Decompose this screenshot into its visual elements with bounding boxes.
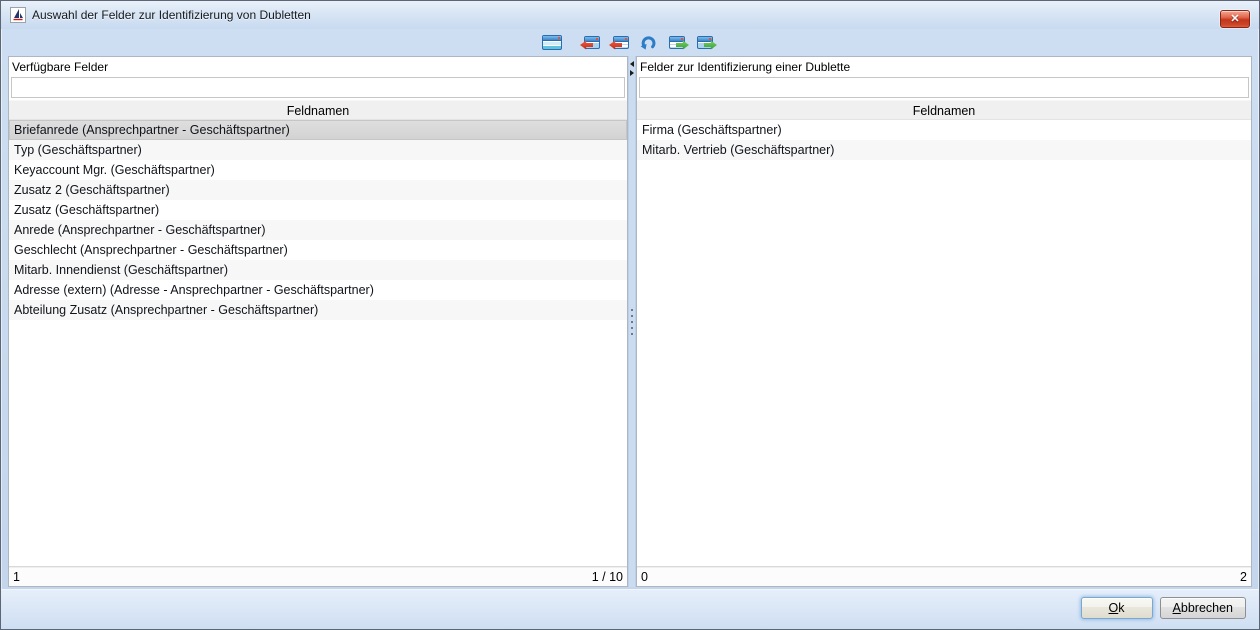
list-item[interactable]: Firma (Geschäftspartner) [637, 120, 1251, 140]
collapse-left-icon[interactable] [630, 61, 634, 67]
ok-button[interactable]: Ok [1081, 597, 1153, 619]
duplicate-fields-status-bar: 0 2 [637, 566, 1251, 586]
collapse-right-icon[interactable] [630, 70, 634, 76]
list-item[interactable]: Keyaccount Mgr. (Geschäftspartner) [9, 160, 627, 180]
available-fields-search-input[interactable] [11, 77, 625, 98]
title-bar: Auswahl der Felder zur Identifizierung v… [1, 1, 1259, 29]
window-title: Auswahl der Felder zur Identifizierung v… [32, 8, 311, 22]
dialog-footer: Ok Abbrechen [1, 589, 1259, 629]
move-all-left-button[interactable] [580, 30, 604, 54]
move-right-icon [669, 36, 685, 49]
sailboat-logo-icon [10, 7, 26, 23]
undo-button[interactable] [636, 30, 660, 54]
splitter-grip-icon[interactable] [631, 309, 633, 335]
available-fields-list: Briefanrede (Ansprechpartner - Geschäfts… [9, 120, 627, 566]
list-item[interactable]: Typ (Geschäftspartner) [9, 140, 627, 160]
field-list-icon [542, 35, 562, 50]
move-all-left-icon [584, 36, 600, 49]
duplicate-fields-label: Felder zur Identifizierung einer Dublett… [637, 57, 1251, 76]
available-fields-status-bar: 1 1 / 10 [9, 566, 627, 586]
list-item[interactable]: Briefanrede (Ansprechpartner - Geschäfts… [9, 120, 627, 140]
move-all-right-button[interactable] [693, 30, 717, 54]
splitter-collapse-arrows[interactable] [629, 61, 635, 76]
cancel-button[interactable]: Abbrechen [1160, 597, 1246, 619]
move-all-right-icon [697, 36, 713, 49]
list-item[interactable]: Geschlecht (Ansprechpartner - Geschäftsp… [9, 240, 627, 260]
row-position-indicator: 1 / 10 [592, 570, 623, 584]
content-area: Verfügbare Felder Feldnamen Briefanrede … [1, 55, 1259, 589]
list-item[interactable]: Mitarb. Innendienst (Geschäftspartner) [9, 260, 627, 280]
selected-count: 1 [13, 570, 20, 584]
list-item[interactable]: Anrede (Ansprechpartner - Geschäftspartn… [9, 220, 627, 240]
list-item[interactable]: Zusatz 2 (Geschäftspartner) [9, 180, 627, 200]
undo-icon [639, 34, 658, 51]
move-left-button[interactable] [609, 30, 633, 54]
available-fields-label: Verfügbare Felder [9, 57, 627, 76]
field-list-button[interactable] [540, 30, 564, 54]
list-item[interactable]: Zusatz (Geschäftspartner) [9, 200, 627, 220]
duplicate-fields-panel: Felder zur Identifizierung einer Dublett… [636, 56, 1252, 587]
row-count: 2 [1240, 570, 1247, 584]
list-item[interactable]: Abteilung Zusatz (Ansprechpartner - Gesc… [9, 300, 627, 320]
duplicate-fields-column-header[interactable]: Feldnamen [637, 100, 1251, 120]
move-left-icon [613, 36, 629, 49]
dialog-window: Auswahl der Felder zur Identifizierung v… [0, 0, 1260, 630]
panel-splitter[interactable] [628, 56, 636, 587]
available-fields-column-header[interactable]: Feldnamen [9, 100, 627, 120]
selected-count: 0 [641, 570, 648, 584]
duplicate-fields-search-input[interactable] [639, 77, 1249, 98]
move-right-button[interactable] [665, 30, 689, 54]
duplicate-fields-list: Firma (Geschäftspartner)Mitarb. Vertrieb… [637, 120, 1251, 566]
list-item[interactable]: Adresse (extern) (Adresse - Ansprechpart… [9, 280, 627, 300]
list-item[interactable]: Mitarb. Vertrieb (Geschäftspartner) [637, 140, 1251, 160]
toolbar [1, 29, 1259, 55]
available-fields-panel: Verfügbare Felder Feldnamen Briefanrede … [8, 56, 628, 587]
close-button[interactable]: ✕ [1220, 10, 1250, 28]
